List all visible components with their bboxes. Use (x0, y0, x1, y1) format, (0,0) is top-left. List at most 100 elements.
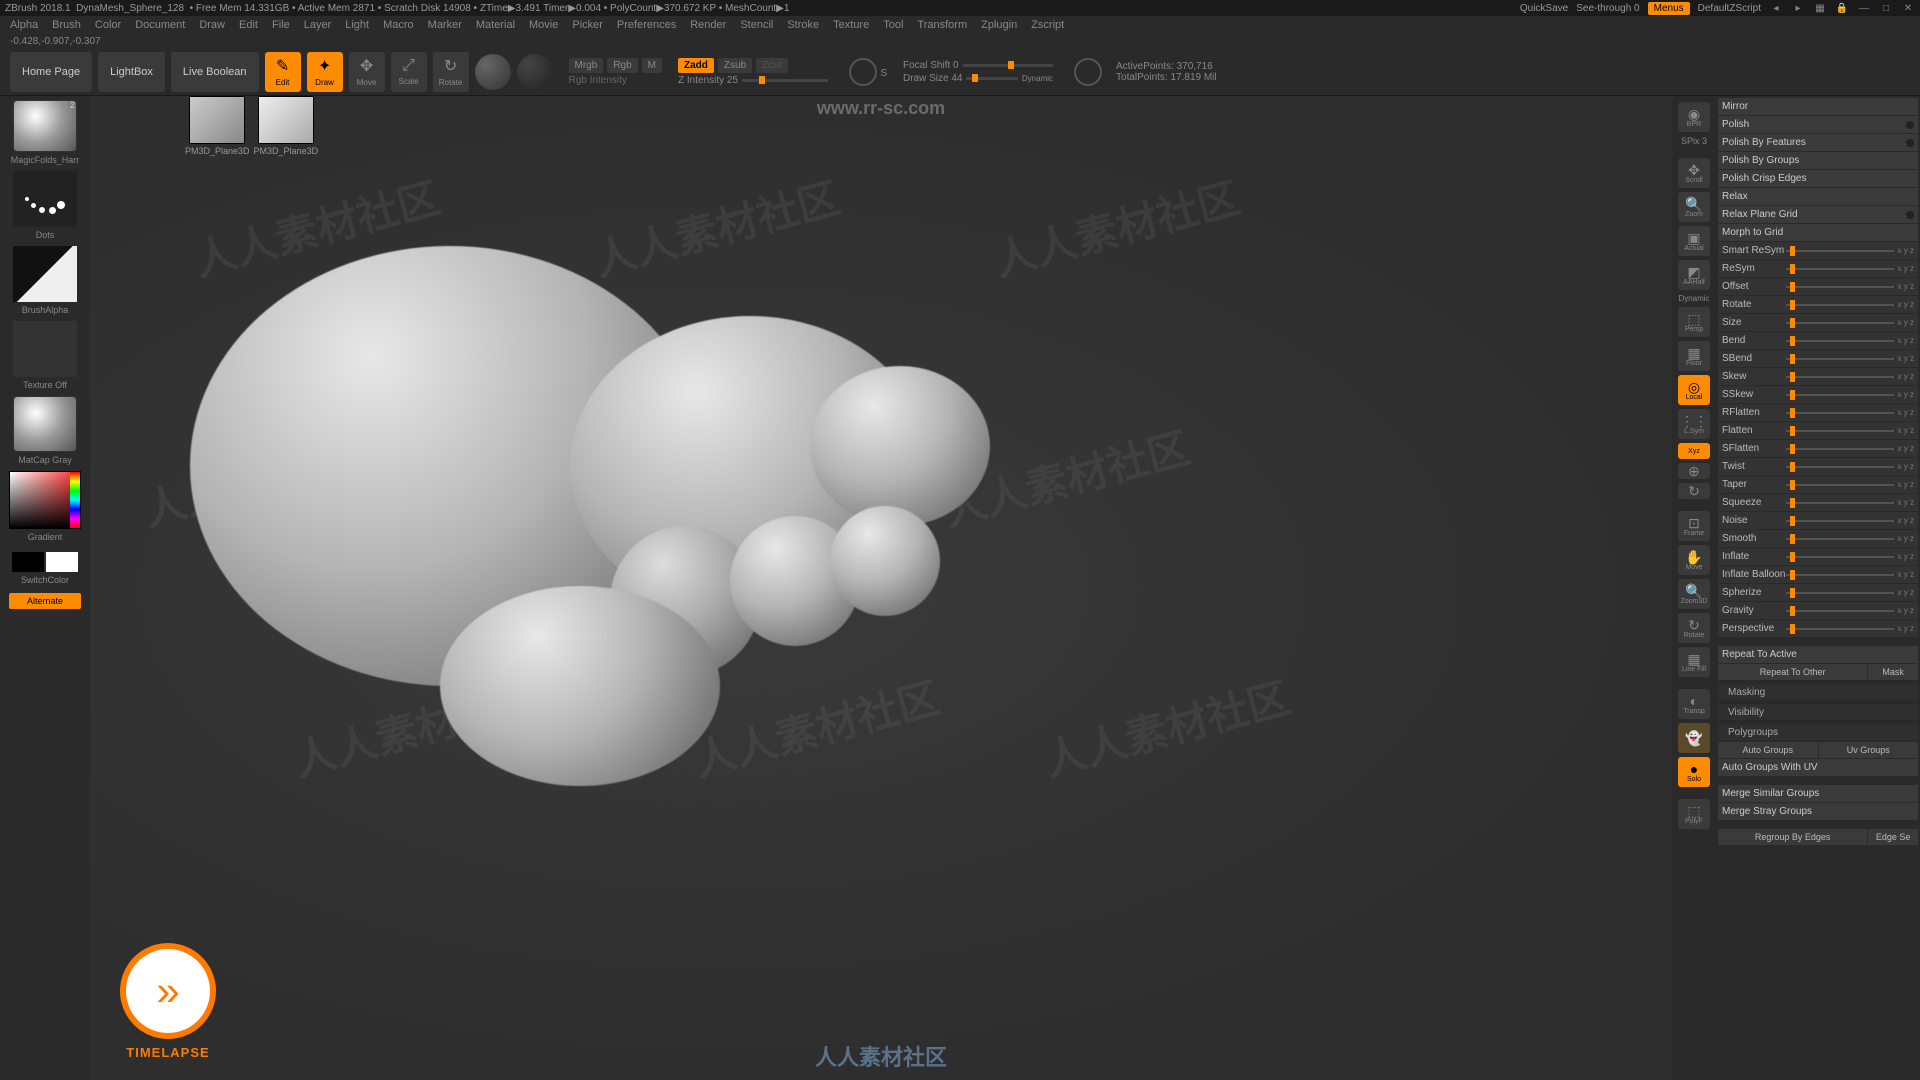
deform-polish[interactable]: Polish (1718, 116, 1918, 133)
stroke-thumbnail[interactable] (13, 171, 77, 227)
tool-thumb-2[interactable] (258, 96, 314, 144)
menu-draw[interactable]: Draw (199, 19, 225, 31)
slider-sflatten[interactable]: SFlattenx y z (1718, 440, 1918, 457)
slider-rotate[interactable]: Rotatex y z (1718, 296, 1918, 313)
swatch-white[interactable] (46, 552, 78, 572)
draw-button[interactable]: ✦Draw (307, 52, 343, 92)
deform-polish-crisp-edges[interactable]: Polish Crisp Edges (1718, 170, 1918, 187)
slider-sskew[interactable]: SSkewx y z (1718, 386, 1918, 403)
slider-squeeze[interactable]: Squeezex y z (1718, 494, 1918, 511)
menu-alpha[interactable]: Alpha (10, 19, 38, 31)
zadd-mode[interactable]: Zadd (678, 58, 714, 73)
menu-file[interactable]: File (272, 19, 290, 31)
xyz-button[interactable]: Xyz (1678, 443, 1710, 459)
edge-se[interactable]: Edge Se (1868, 829, 1918, 845)
color-picker[interactable] (9, 471, 81, 529)
slider-gravity[interactable]: Gravityx y z (1718, 602, 1918, 619)
z-intensity-slider[interactable]: Z Intensity 25 (678, 75, 828, 86)
rotate3d-button[interactable]: ↻Rotate (1678, 613, 1710, 643)
material-thumbnail[interactable] (13, 396, 77, 452)
solo-button[interactable]: ●Solo (1678, 757, 1710, 787)
menu-brush[interactable]: Brush (52, 19, 81, 31)
spix-label[interactable]: SPix 3 (1681, 136, 1707, 146)
merge-similar-groups[interactable]: Merge Similar Groups (1718, 785, 1918, 802)
maximize-icon[interactable]: □ (1879, 1, 1893, 15)
rgb-mode[interactable]: Rgb (607, 58, 637, 73)
draw-size-slider[interactable]: Draw Size 44Dynamic (903, 73, 1053, 84)
slider-perspective[interactable]: Perspectivex y z (1718, 620, 1918, 637)
move-button[interactable]: ✥Move (349, 52, 385, 92)
lightbox-button[interactable]: LightBox (98, 52, 165, 92)
menu-macro[interactable]: Macro (383, 19, 414, 31)
swatch-black[interactable] (12, 552, 44, 572)
slider-spherize[interactable]: Spherizex y z (1718, 584, 1918, 601)
alternate-button[interactable]: Alternate (9, 593, 81, 609)
switch-color-button[interactable]: SwitchColor (21, 575, 69, 585)
floor-button[interactable]: ▦Floor (1678, 341, 1710, 371)
slider-smart-resym[interactable]: Smart ReSymx y z (1718, 242, 1918, 259)
move3d-button[interactable]: ✋Move (1678, 545, 1710, 575)
rotate-button[interactable]: ↻Rotate (433, 52, 469, 92)
viewport[interactable]: PM3D_Plane3D PM3D_Plane3D www.rr-sc.com … (90, 96, 1672, 1080)
menu-tool[interactable]: Tool (883, 19, 903, 31)
symmetry-indicator-1[interactable]: S (849, 58, 877, 86)
brush-thumbnail[interactable] (13, 100, 77, 152)
slider-twist[interactable]: Twistx y z (1718, 458, 1918, 475)
zoom-button[interactable]: 🔍Zoom (1678, 192, 1710, 222)
menu-light[interactable]: Light (345, 19, 369, 31)
see-through-slider[interactable]: See-through 0 (1576, 3, 1639, 14)
aahalf-button[interactable]: ◩AAHalf (1678, 260, 1710, 290)
menus-button[interactable]: Menus (1648, 2, 1690, 15)
slider-resym[interactable]: ReSymx y z (1718, 260, 1918, 277)
texture-thumbnail[interactable] (13, 321, 77, 377)
ghost-button[interactable]: 👻 (1678, 723, 1710, 753)
linefill-button[interactable]: ▦Line Fill (1678, 647, 1710, 677)
focal-shift-slider[interactable]: Focal Shift 0 (903, 60, 1053, 71)
slider-offset[interactable]: Offsetx y z (1718, 278, 1918, 295)
deform-polish-by-features[interactable]: Polish By Features (1718, 134, 1918, 151)
slider-size[interactable]: Sizex y z (1718, 314, 1918, 331)
arrow-right-icon[interactable]: ▸ (1791, 1, 1805, 15)
section-polygroups[interactable]: Polygroups (1718, 724, 1918, 740)
menu-material[interactable]: Material (476, 19, 515, 31)
slider-sbend[interactable]: SBendx y z (1718, 350, 1918, 367)
live-boolean-button[interactable]: Live Boolean (171, 52, 259, 92)
menu-zplugin[interactable]: Zplugin (981, 19, 1017, 31)
rot-button[interactable]: ↻ (1678, 483, 1710, 499)
menu-layer[interactable]: Layer (304, 19, 332, 31)
edit-button[interactable]: ✎Edit (265, 52, 301, 92)
menu-color[interactable]: Color (95, 19, 121, 31)
deform-relax[interactable]: Relax (1718, 188, 1918, 205)
persp-button[interactable]: ⬚Persp (1678, 307, 1710, 337)
lock-icon[interactable]: 🔒 (1835, 1, 1849, 15)
slider-skew[interactable]: Skewx y z (1718, 368, 1918, 385)
slider-noise[interactable]: Noisex y z (1718, 512, 1918, 529)
slider-rflatten[interactable]: RFlattenx y z (1718, 404, 1918, 421)
m-mode[interactable]: M (642, 58, 662, 73)
alpha-thumbnail[interactable] (13, 246, 77, 302)
default-zscript[interactable]: DefaultZScript (1698, 3, 1761, 14)
gizmo-sphere-2[interactable] (517, 54, 553, 90)
menu-transform[interactable]: Transform (917, 19, 967, 31)
uv-groups[interactable]: Uv Groups (1819, 742, 1919, 758)
quicksave-button[interactable]: QuickSave (1520, 3, 1568, 14)
slider-flatten[interactable]: Flattenx y z (1718, 422, 1918, 439)
tool-thumb-1[interactable] (189, 96, 245, 144)
auto-groups[interactable]: Auto Groups (1718, 742, 1818, 758)
section-visibility[interactable]: Visibility (1718, 704, 1918, 720)
regroup-by-edges[interactable]: Regroup By Edges (1718, 829, 1867, 845)
grid-icon[interactable]: ▦ (1813, 1, 1827, 15)
auto-groups-with-uv[interactable]: Auto Groups With UV (1718, 759, 1918, 776)
polyf-button[interactable]: ⬚PolyF (1678, 799, 1710, 829)
menu-picker[interactable]: Picker (572, 19, 603, 31)
scale-button[interactable]: ⤢Scale (391, 52, 427, 92)
menu-movie[interactable]: Movie (529, 19, 558, 31)
menu-document[interactable]: Document (135, 19, 185, 31)
menu-zscript[interactable]: Zscript (1031, 19, 1064, 31)
menu-preferences[interactable]: Preferences (617, 19, 676, 31)
deform-relax-plane-grid[interactable]: Relax Plane Grid (1718, 206, 1918, 223)
deform-mirror[interactable]: Mirror (1718, 98, 1918, 115)
actual-button[interactable]: ▣Actual (1678, 226, 1710, 256)
home-page-button[interactable]: Home Page (10, 52, 92, 92)
transp-button[interactable]: ◐Transp (1678, 689, 1710, 719)
